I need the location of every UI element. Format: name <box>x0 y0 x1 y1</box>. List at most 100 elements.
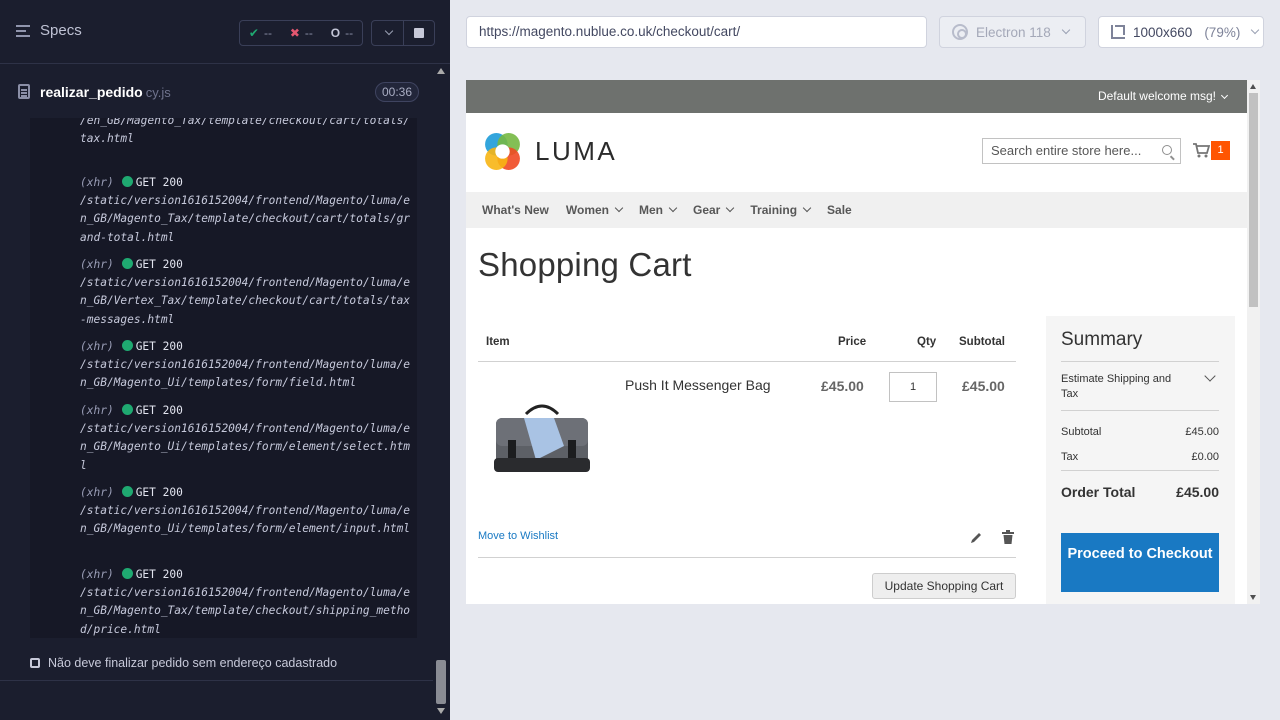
cart-summary: Summary Estimate Shipping and Tax Subtot… <box>1046 316 1235 604</box>
log-entry[interactable]: (xhr) GET 200 /static/version1616152004/f… <box>80 484 415 539</box>
divider <box>1061 410 1219 411</box>
stop-button[interactable] <box>402 21 435 45</box>
scroll-thumb[interactable] <box>436 660 446 704</box>
nav-gear[interactable]: Gear <box>693 203 735 217</box>
log-type: (xhr) <box>80 258 114 271</box>
scroll-thumb[interactable] <box>1249 93 1258 307</box>
log-entry[interactable]: (xhr) GET 200 /static/version1616152004/f… <box>80 174 415 247</box>
order-total-label: Order Total <box>1061 484 1136 500</box>
product-name-link[interactable]: Push It Messenger Bag <box>625 377 771 393</box>
spec-header: realizar_pedido cy.js 00:36 <box>0 72 433 112</box>
trash-icon[interactable] <box>1002 530 1014 544</box>
welcome-menu[interactable]: Default welcome msg! <box>1097 89 1229 103</box>
status-dot-icon <box>121 340 133 351</box>
nav-whats-new[interactable]: What's New <box>482 203 549 217</box>
log-entry-fragment: /en_GB/Magento_Tax/template/checkout/car… <box>80 118 411 146</box>
chevron-down-icon <box>726 203 735 213</box>
divider <box>0 680 433 681</box>
log-type: (xhr) <box>80 176 114 189</box>
failed-value: -- <box>304 26 313 40</box>
log-method: GET 200 <box>135 258 183 271</box>
spec-ext-text: cy.js <box>145 85 171 100</box>
cart-icon[interactable] <box>1192 142 1210 158</box>
proceed-to-checkout-button[interactable]: Proceed to Checkout <box>1061 533 1219 592</box>
chevron-down-icon <box>1061 25 1071 35</box>
nav-label: Women <box>565 203 609 217</box>
edit-pencil-icon[interactable] <box>969 531 983 545</box>
runner-topbar: Specs ✔ -- ✖ -- O -- <box>0 0 450 64</box>
summary-tax-row: Tax £0.00 <box>1061 451 1219 463</box>
scroll-up-icon[interactable] <box>1250 84 1256 89</box>
log-url: /static/version1616152004/frontend/Magen… <box>80 276 411 326</box>
log-type: (xhr) <box>80 568 114 581</box>
aut-url-bar[interactable]: https://magento.nublue.co.uk/checkout/ca… <box>466 16 927 48</box>
pending-test-row[interactable]: Não deve finalizar pedido sem endereço c… <box>30 656 337 670</box>
viewport-size: 1000x660 <box>1133 24 1193 40</box>
luma-logo[interactable]: LUMA <box>482 131 617 172</box>
move-to-wishlist-link[interactable]: Move to Wishlist <box>478 530 558 542</box>
spinner-icon: O <box>330 26 341 40</box>
collapse-button[interactable] <box>372 21 403 45</box>
order-total-row: Order Total £45.00 <box>1061 484 1219 500</box>
specs-toggle-button[interactable]: Specs <box>16 22 82 39</box>
scroll-up-icon[interactable] <box>437 68 445 74</box>
chevron-down-icon <box>1251 25 1260 35</box>
nav-label: Gear <box>693 203 721 217</box>
runner-scrollbar[interactable] <box>433 64 450 720</box>
cart-table-header: Item Price Qty Subtotal <box>478 334 1016 362</box>
passed-value: -- <box>263 26 272 40</box>
log-method: GET 200 <box>135 176 183 189</box>
aut-scrollbar[interactable] <box>1247 80 1260 604</box>
status-dot-icon <box>121 486 133 497</box>
status-dot-icon <box>121 568 133 579</box>
chevron-down-icon <box>668 203 678 213</box>
log-url: /static/version1616152004/frontend/Magen… <box>80 358 411 390</box>
nav-label: What's New <box>482 203 549 217</box>
search-placeholder: Search entire store here... <box>991 143 1142 158</box>
log-entry[interactable]: (xhr) GET 200 /static/version1616152004/f… <box>80 338 415 393</box>
order-total-value: £45.00 <box>1176 484 1219 500</box>
nav-label: Training <box>750 203 798 217</box>
update-cart-button[interactable]: Update Shopping Cart <box>872 573 1016 599</box>
estimate-shipping-toggle[interactable]: Estimate Shipping and Tax <box>1061 372 1191 402</box>
store-search-input[interactable]: Search entire store here... <box>982 138 1181 164</box>
page-title: Shopping Cart <box>478 246 692 283</box>
item-price: £45.00 <box>821 378 864 394</box>
qty-input[interactable]: 1 <box>889 372 937 402</box>
spec-file-name[interactable]: realizar_pedido cy.js <box>40 84 171 100</box>
spec-name-text: realizar_pedido <box>40 84 143 100</box>
welcome-text: Default welcome msg! <box>1097 89 1216 103</box>
nav-men[interactable]: Men <box>639 203 678 217</box>
tax-value: £0.00 <box>1191 451 1219 463</box>
nav-label: Sale <box>827 203 852 217</box>
status-dot-icon <box>121 258 133 269</box>
summary-subtotal-row: Subtotal £45.00 <box>1061 426 1219 438</box>
logo-text: LUMA <box>535 136 618 166</box>
nav-training[interactable]: Training <box>750 203 812 217</box>
chevron-down-icon <box>1220 91 1229 100</box>
command-log: /en_GB/Magento_Tax/template/checkout/car… <box>30 118 417 638</box>
product-image[interactable] <box>490 400 594 480</box>
browser-selector[interactable]: Electron 118 <box>939 16 1086 48</box>
spec-duration: 00:36 <box>375 82 420 102</box>
log-entry[interactable]: (xhr) GET 200 /static/version1616152004/f… <box>80 256 415 329</box>
subtotal-label: Subtotal <box>1061 426 1102 438</box>
chevron-down-icon <box>614 203 624 213</box>
search-icon[interactable] <box>1162 145 1172 155</box>
viewport-selector[interactable]: 1000x660 (79%) <box>1098 16 1264 48</box>
viewport-zoom: (79%) <box>1204 24 1241 40</box>
test-title: Não deve finalizar pedido sem endereço c… <box>48 656 338 670</box>
log-entry[interactable]: (xhr) GET 200 /static/version1616152004/f… <box>80 566 415 638</box>
pending-value: -- <box>345 26 354 40</box>
divider <box>1061 470 1219 471</box>
scroll-down-icon[interactable] <box>1250 595 1256 600</box>
col-item: Item <box>486 336 510 348</box>
log-method: GET 200 <box>135 486 183 499</box>
chevron-down-icon[interactable] <box>1204 370 1216 382</box>
log-entry[interactable]: (xhr) GET 200 /static/version1616152004/f… <box>80 402 415 475</box>
nav-women[interactable]: Women <box>565 203 624 217</box>
scroll-down-icon[interactable] <box>437 708 445 714</box>
specs-list-icon <box>16 24 32 37</box>
nav-sale[interactable]: Sale <box>827 203 852 217</box>
cart-count-badge[interactable]: 1 <box>1211 141 1230 160</box>
